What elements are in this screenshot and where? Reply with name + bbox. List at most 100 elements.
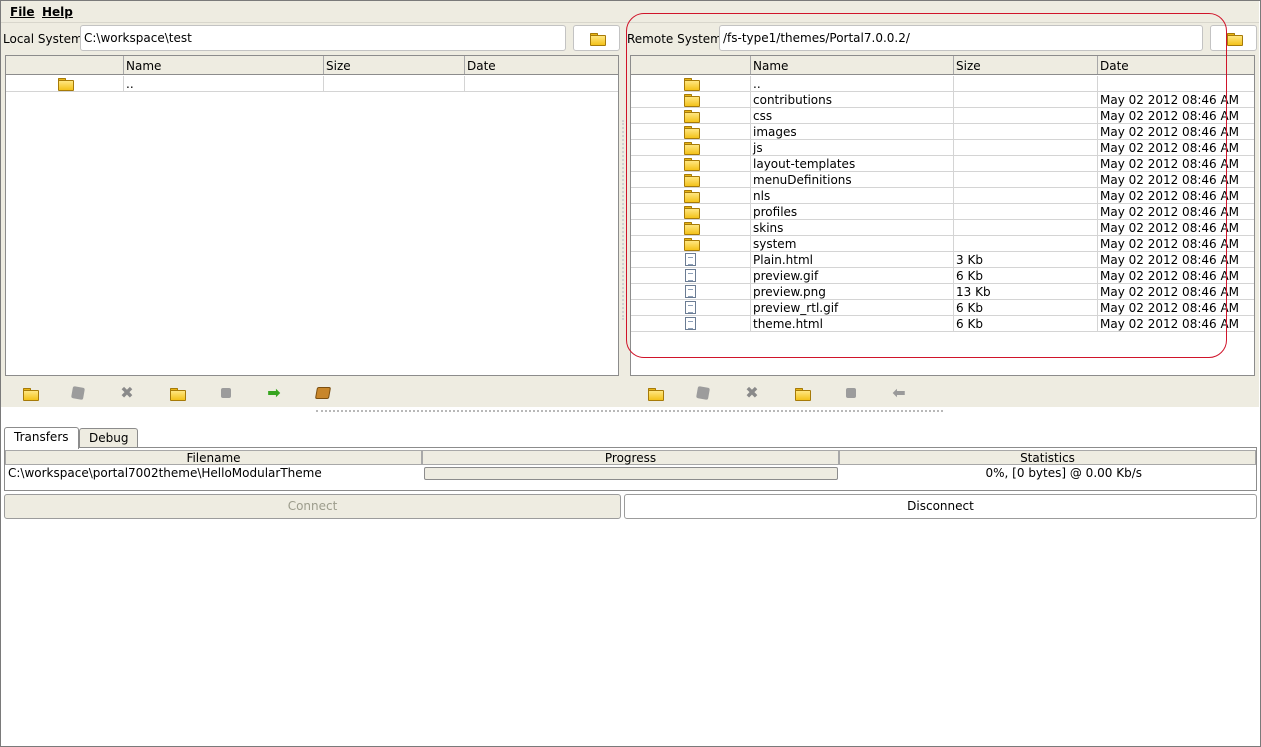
archive-icon[interactable] (314, 385, 332, 401)
local-col-size[interactable]: Size (323, 56, 464, 74)
table-row[interactable]: system May 02 2012 08:46 AM (631, 236, 1254, 252)
row-icon-cell (631, 188, 750, 204)
tab-transfers[interactable]: Transfers (4, 427, 79, 449)
menu-help[interactable]: Help (42, 5, 73, 19)
open-folder-icon[interactable] (794, 385, 811, 401)
row-name: contributions (750, 92, 953, 108)
row-date: May 02 2012 08:46 AM (1097, 284, 1254, 300)
row-icon-cell (631, 172, 750, 188)
file-icon (685, 269, 696, 282)
file-icon (685, 301, 696, 314)
folder-icon (683, 142, 700, 155)
transfers-col-statistics[interactable]: Statistics (839, 450, 1256, 465)
table-row[interactable]: profiles May 02 2012 08:46 AM (631, 204, 1254, 220)
row-date: May 02 2012 08:46 AM (1097, 236, 1254, 252)
menu-bar: File Help (1, 1, 1259, 23)
local-path-input[interactable]: C:\workspace\test (80, 25, 566, 51)
download-arrow-icon[interactable]: ⬅ (891, 385, 907, 401)
folder-icon (589, 32, 606, 46)
new-folder-icon[interactable] (647, 385, 664, 401)
table-row[interactable]: images May 02 2012 08:46 AM (631, 124, 1254, 140)
row-size (953, 108, 1097, 124)
table-row[interactable]: preview.gif 6 Kb May 02 2012 08:46 AM (631, 268, 1254, 284)
table-row[interactable]: .. (6, 76, 618, 92)
row-icon-cell (631, 236, 750, 252)
properties-icon[interactable] (843, 385, 859, 401)
row-size (953, 124, 1097, 140)
table-row[interactable]: .. (631, 76, 1254, 92)
tab-debug[interactable]: Debug (79, 428, 139, 449)
remote-browse-button[interactable] (1210, 25, 1257, 51)
table-row[interactable]: Plain.html 3 Kb May 02 2012 08:46 AM (631, 252, 1254, 268)
table-row[interactable]: nls May 02 2012 08:46 AM (631, 188, 1254, 204)
local-col-name[interactable]: Name (123, 56, 323, 74)
folder-icon (57, 78, 74, 91)
rename-icon[interactable] (695, 385, 711, 401)
row-icon-cell (631, 92, 750, 108)
table-row[interactable]: skins May 02 2012 08:46 AM (631, 220, 1254, 236)
remote-path-input[interactable]: /fs-type1/themes/Portal7.0.0.2/ (719, 25, 1203, 51)
connect-button[interactable]: Connect (4, 494, 621, 519)
row-date: May 02 2012 08:46 AM (1097, 108, 1254, 124)
folder-icon (683, 78, 700, 91)
local-browse-button[interactable] (573, 25, 620, 51)
transfers-col-progress[interactable]: Progress (422, 450, 839, 465)
local-col-icon[interactable] (6, 56, 123, 74)
row-name: nls (750, 188, 953, 204)
local-file-table[interactable]: Name Size Date .. (5, 55, 619, 376)
folder-icon (683, 174, 700, 187)
folder-icon (683, 238, 700, 251)
row-size (323, 76, 464, 92)
row-icon-cell (631, 316, 750, 332)
folder-icon (683, 126, 700, 139)
local-col-date[interactable]: Date (464, 56, 618, 74)
folder-icon (683, 222, 700, 235)
new-folder-icon[interactable] (22, 385, 39, 401)
remote-col-icon[interactable] (631, 56, 750, 74)
rename-icon[interactable] (70, 385, 86, 401)
row-size: 13 Kb (953, 284, 1097, 300)
table-row[interactable]: preview.png 13 Kb May 02 2012 08:46 AM (631, 284, 1254, 300)
remote-col-date[interactable]: Date (1097, 56, 1254, 74)
local-system-label: Local System (3, 32, 83, 46)
row-name: layout-templates (750, 156, 953, 172)
row-size: 3 Kb (953, 252, 1097, 268)
row-size: 6 Kb (953, 300, 1097, 316)
upload-arrow-icon[interactable]: ➡ (266, 385, 282, 401)
properties-icon[interactable] (218, 385, 234, 401)
table-row[interactable]: layout-templates May 02 2012 08:46 AM (631, 156, 1254, 172)
row-date: May 02 2012 08:46 AM (1097, 300, 1254, 316)
pane-splitter[interactable] (622, 120, 624, 320)
transfer-statistics: 0%, [0 bytes] @ 0.00 Kb/s (985, 466, 1142, 480)
table-row[interactable]: theme.html 6 Kb May 02 2012 08:46 AM (631, 316, 1254, 332)
row-date (464, 76, 618, 92)
row-size (953, 220, 1097, 236)
table-row[interactable]: contributions May 02 2012 08:46 AM (631, 92, 1254, 108)
table-row[interactable]: menuDefinitions May 02 2012 08:46 AM (631, 172, 1254, 188)
table-row[interactable]: js May 02 2012 08:46 AM (631, 140, 1254, 156)
transfer-filename: C:\workspace\portal7002theme\HelloModula… (8, 466, 322, 480)
delete-icon[interactable]: ✖ (744, 385, 760, 401)
row-icon-cell (631, 252, 750, 268)
remote-col-name[interactable]: Name (750, 56, 953, 74)
open-folder-icon[interactable] (169, 385, 186, 401)
disconnect-button[interactable]: Disconnect (624, 494, 1257, 519)
horizontal-splitter[interactable] (316, 410, 943, 412)
table-row[interactable]: css May 02 2012 08:46 AM (631, 108, 1254, 124)
row-date: May 02 2012 08:46 AM (1097, 220, 1254, 236)
row-icon-cell (631, 300, 750, 316)
table-row[interactable]: preview_rtl.gif 6 Kb May 02 2012 08:46 AM (631, 300, 1254, 316)
remote-col-size[interactable]: Size (953, 56, 1097, 74)
row-name: Plain.html (750, 252, 953, 268)
row-size: 6 Kb (953, 268, 1097, 284)
remote-file-table[interactable]: Name Size Date .. contributions May 02 201… (630, 55, 1255, 376)
delete-icon[interactable]: ✖ (119, 385, 135, 401)
folder-icon (683, 110, 700, 123)
row-date: May 02 2012 08:46 AM (1097, 188, 1254, 204)
row-icon-cell (631, 76, 750, 92)
transfers-col-filename[interactable]: Filename (5, 450, 422, 465)
row-size (953, 204, 1097, 220)
menu-file[interactable]: File (10, 5, 35, 19)
row-size (953, 172, 1097, 188)
row-date: May 02 2012 08:46 AM (1097, 252, 1254, 268)
